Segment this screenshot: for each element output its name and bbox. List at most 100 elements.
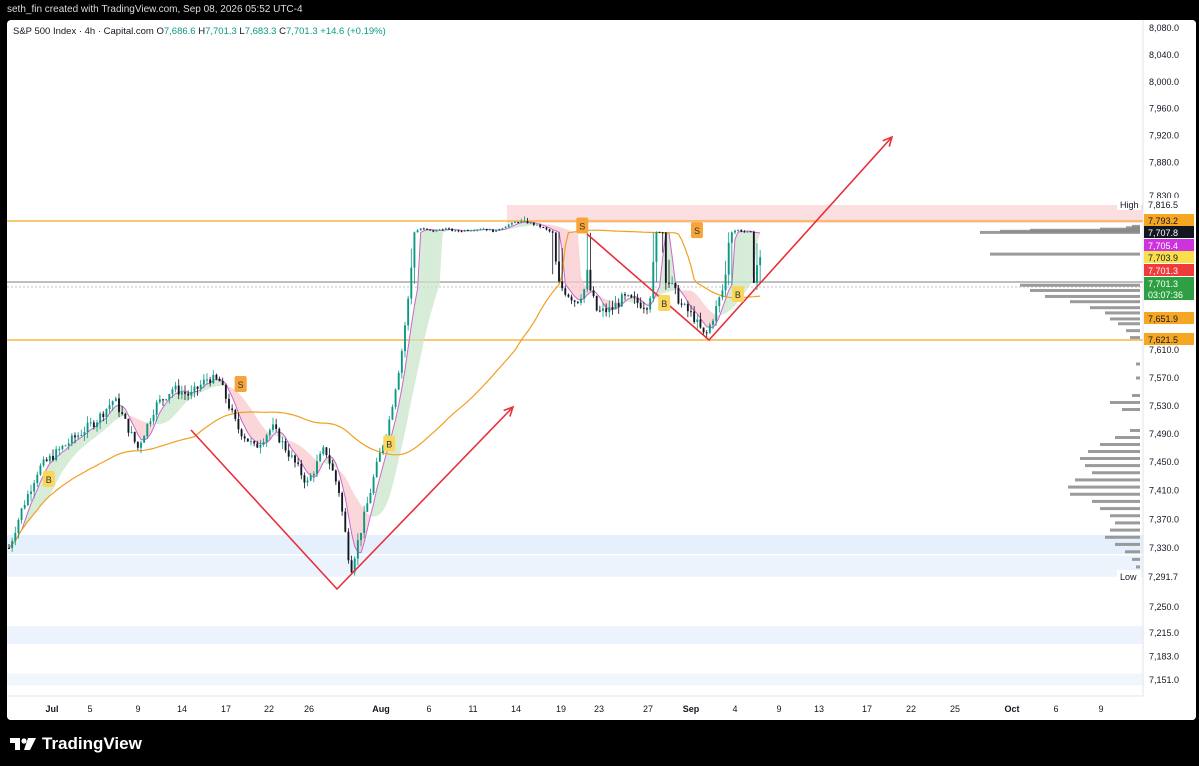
candle	[278, 427, 281, 444]
candle	[407, 295, 410, 331]
brand-name: TradingView	[42, 734, 142, 753]
candle-body	[457, 230, 460, 232]
volume-profile-bar	[1130, 336, 1140, 340]
signal-s: S	[576, 217, 589, 234]
x-tick-label: 22	[906, 704, 916, 714]
y-tick-label: 8,040.0	[1149, 50, 1179, 60]
y-tick-label: 7,370.0	[1149, 514, 1179, 524]
candle-body	[580, 298, 582, 303]
chart-panel[interactable]: B S B S B S B 8,080.0 8,040.0 8,000.0 7,960.0 7,920…	[7, 20, 1196, 720]
candle	[206, 373, 208, 385]
candle-body	[158, 399, 161, 403]
supply-zone	[507, 205, 1143, 223]
candle-body	[466, 230, 469, 232]
candle-body	[331, 463, 334, 471]
candle-body	[746, 231, 749, 233]
candle-body	[366, 503, 369, 512]
candle-body	[297, 462, 300, 464]
signal-text: B	[735, 290, 741, 300]
candle-body	[215, 374, 218, 379]
candle	[231, 404, 234, 413]
candle-body	[438, 229, 441, 231]
candle	[55, 445, 58, 462]
candle	[334, 469, 337, 486]
candle	[243, 433, 246, 443]
candle	[734, 229, 736, 235]
candle-body	[488, 229, 491, 231]
candle	[221, 377, 224, 386]
candle	[558, 232, 560, 283]
candle-body	[23, 504, 26, 509]
candle-body	[67, 443, 70, 446]
volume-profile-bar	[1110, 528, 1140, 532]
signal-s: S	[234, 376, 247, 392]
x-tick-label: 22	[264, 704, 274, 714]
candle-body	[674, 283, 677, 289]
candle-body	[8, 548, 10, 549]
candle	[400, 348, 403, 379]
x-tick-label: 9	[1098, 704, 1103, 714]
x-tick-label: 11	[468, 704, 477, 714]
candle	[319, 450, 322, 462]
ma-cloud-segment	[254, 413, 258, 443]
signal-b: B	[731, 285, 744, 302]
candle	[316, 454, 318, 478]
candle-body	[492, 229, 494, 232]
candle-body	[350, 560, 353, 573]
ma-cloud-segment	[345, 477, 349, 516]
candle-body	[740, 229, 743, 232]
candle	[344, 508, 347, 533]
candle-body	[595, 296, 598, 311]
candle-body	[749, 231, 752, 233]
volume-profile-bar	[1110, 514, 1140, 518]
candle-body	[341, 492, 344, 512]
demand-zone-deep	[7, 626, 1143, 645]
volume-profile-bar	[1132, 557, 1140, 561]
candle-body	[661, 232, 664, 234]
candle-body	[608, 307, 611, 313]
price-label: High 7,816.5	[1117, 198, 1194, 210]
price-chart[interactable]: B S B S B S B 8,080.0 8,040.0 8,000.0 7,960.0 7,920…	[7, 20, 1196, 720]
candle-body	[702, 327, 705, 333]
candle-body	[718, 297, 721, 307]
candle	[140, 440, 142, 454]
candle	[287, 444, 290, 461]
volume-profile-bar	[1115, 521, 1140, 525]
candle-body	[199, 384, 202, 389]
candle-body	[627, 295, 630, 297]
y-tick-label: 7,330.0	[1149, 543, 1179, 553]
candle-body	[752, 231, 755, 283]
y-tick-label: 7,530.0	[1149, 401, 1179, 411]
price-label: 7,793.2	[1144, 214, 1194, 226]
candle-body	[221, 381, 224, 386]
candle-body	[551, 231, 554, 233]
volume-profile-bar	[1092, 499, 1140, 503]
ma-cloud-segment	[247, 404, 251, 438]
candle-body	[240, 429, 243, 437]
candle-body	[526, 221, 529, 224]
candle	[174, 381, 177, 393]
candle-body	[372, 476, 375, 493]
price-label-name: Low	[1120, 572, 1137, 582]
candle-body	[479, 229, 482, 231]
candle	[80, 429, 83, 437]
candle-body	[463, 230, 466, 232]
ma-cloud-segment	[59, 451, 63, 477]
legend-c-value: 7,701.3	[285, 26, 318, 37]
candle-body	[460, 231, 463, 233]
candle-body	[165, 399, 168, 401]
candle	[391, 404, 394, 421]
candle	[602, 303, 604, 318]
x-tick-label: 17	[862, 704, 872, 714]
candle-body	[306, 480, 309, 483]
ma-cloud-segment	[62, 449, 66, 472]
volume-profile-bar	[1085, 464, 1140, 468]
price-label-value: 7,701.3	[1148, 266, 1178, 276]
candle-body	[309, 475, 312, 481]
candle	[212, 370, 215, 385]
candle	[444, 227, 447, 230]
candle-body	[388, 419, 391, 436]
price-label-value: 7,701.3	[1148, 279, 1178, 289]
candle-body	[727, 242, 730, 275]
volume-profile-bar	[1125, 550, 1140, 554]
